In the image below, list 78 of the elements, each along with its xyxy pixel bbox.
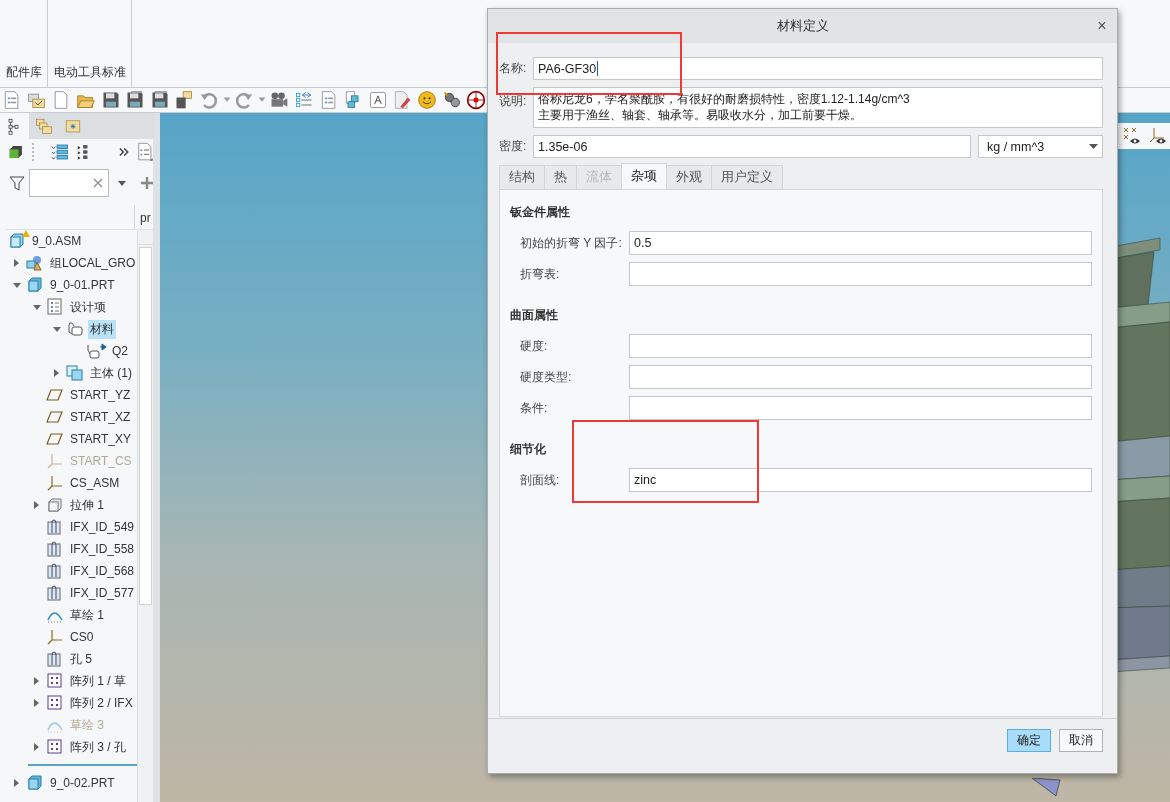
scrollbar[interactable] bbox=[137, 230, 153, 802]
tree-item-label[interactable]: 孔 5 bbox=[68, 649, 94, 669]
tree-item-label[interactable]: IFX_ID_549 bbox=[68, 519, 137, 535]
tree-item-label[interactable]: 设计项 bbox=[68, 297, 108, 317]
tree-item-label[interactable]: START_XZ bbox=[68, 409, 133, 425]
tab[interactable]: 热 bbox=[544, 165, 577, 189]
tree-item-label[interactable]: 阵列 2 / IFX bbox=[68, 693, 135, 713]
column-header[interactable]: pr bbox=[135, 205, 151, 229]
filter-icon[interactable] bbox=[9, 175, 25, 191]
expanded-arrow-icon[interactable] bbox=[12, 280, 22, 290]
field-label: 说明: bbox=[499, 93, 528, 110]
tree-columns-icon[interactable] bbox=[76, 143, 89, 161]
field-label: 剖面线: bbox=[520, 471, 561, 489]
tree-item-label[interactable]: Q2 bbox=[110, 343, 130, 359]
input-field[interactable]: zinc bbox=[629, 468, 1092, 492]
list-icon[interactable] bbox=[51, 143, 69, 161]
tab[interactable]: 外观 bbox=[666, 165, 712, 189]
tree-item-label[interactable]: IFX_ID_558 bbox=[68, 541, 137, 557]
search-field[interactable] bbox=[29, 169, 109, 197]
cube-icon[interactable] bbox=[8, 143, 24, 161]
tree-item-label[interactable]: 材料 bbox=[88, 319, 116, 339]
smiley-icon[interactable] bbox=[415, 90, 439, 110]
plus-icon[interactable] bbox=[141, 177, 153, 189]
tree-item-label[interactable]: 阵列 1 / 草 bbox=[68, 671, 128, 691]
tree-item-label[interactable]: 9_0-02.PRT bbox=[48, 775, 117, 791]
tree-item-label[interactable]: 9_0.ASM bbox=[30, 233, 84, 249]
caret-icon bbox=[1089, 143, 1098, 150]
tree-item-label[interactable]: 阵列 3 / 孔 bbox=[68, 737, 128, 757]
cancel-button[interactable]: 取消 bbox=[1059, 729, 1103, 752]
expanded-arrow-icon[interactable] bbox=[32, 302, 42, 312]
tree-item-label[interactable]: CS_ASM bbox=[68, 475, 122, 491]
input-field[interactable]: 0.5 bbox=[629, 231, 1092, 255]
section-title: 细节化 bbox=[510, 441, 547, 458]
field-label: 硬度类型: bbox=[520, 368, 573, 386]
section-title: 曲面属性 bbox=[510, 307, 559, 324]
input-field[interactable] bbox=[629, 365, 1092, 389]
tree-item-label[interactable]: IFX_ID_577 bbox=[68, 585, 137, 601]
expanded-arrow-icon[interactable] bbox=[52, 324, 62, 334]
ok-button[interactable]: 确定 bbox=[1007, 729, 1051, 752]
tree-item-label[interactable]: 草绘 1 bbox=[68, 605, 106, 625]
field-label: 名称: bbox=[499, 60, 528, 77]
field-label: 条件: bbox=[520, 399, 549, 417]
section-title: 钣金件属性 bbox=[510, 204, 571, 221]
panel-tab[interactable] bbox=[0, 113, 29, 139]
input-field[interactable] bbox=[629, 334, 1092, 358]
density-field[interactable]: 1.35e-06 bbox=[533, 135, 971, 158]
tree-item-label[interactable]: 拉伸 1 bbox=[68, 495, 106, 515]
tree-item-label[interactable]: 主体 (1) bbox=[88, 363, 134, 383]
list-document-icon[interactable] bbox=[137, 141, 153, 163]
tab[interactable]: 杂项 bbox=[621, 163, 667, 189]
close-button[interactable]: × bbox=[1087, 17, 1117, 35]
tree-item-label[interactable]: CS0 bbox=[68, 629, 96, 645]
double-chevron-icon[interactable] bbox=[118, 146, 130, 158]
field-label: 硬度: bbox=[520, 337, 549, 355]
close-icon[interactable] bbox=[93, 178, 103, 188]
tree-item-label[interactable]: IFX_ID_568 bbox=[68, 563, 137, 579]
field-label: 初始的折弯 Y 因子: bbox=[520, 234, 623, 252]
field-label: 折弯表: bbox=[520, 265, 561, 283]
ribbon-group-label: 配件库 bbox=[6, 64, 42, 81]
ribbon-group-label: 电动工具标准 bbox=[54, 64, 126, 81]
scrollbar-thumb[interactable] bbox=[139, 247, 152, 605]
tree-item-label[interactable]: 9_0-01.PRT bbox=[48, 277, 117, 293]
tree-item-label[interactable]: START_XY bbox=[68, 431, 133, 447]
tree-item-label[interactable]: START_YZ bbox=[68, 387, 133, 403]
field-label: 密度: bbox=[499, 138, 528, 155]
points-visibility-icon[interactable] bbox=[1122, 126, 1142, 146]
tab[interactable]: 用户定义 bbox=[711, 165, 783, 189]
caret-icon[interactable] bbox=[117, 179, 127, 187]
model-drawing bbox=[1032, 778, 1062, 798]
input-field[interactable] bbox=[629, 262, 1092, 286]
name-field[interactable]: PA6-GF30 bbox=[533, 57, 1103, 80]
input-field[interactable] bbox=[629, 396, 1092, 420]
tree-item-label[interactable]: 组LOCAL_GRO bbox=[48, 253, 138, 273]
window-title: 材料定义 bbox=[775, 17, 830, 35]
tab[interactable]: 结构 bbox=[499, 165, 545, 189]
folder-icon bbox=[34, 116, 53, 136]
unit-dropdown[interactable]: kg / mm^3 bbox=[978, 135, 1103, 158]
axes-visibility-icon[interactable] bbox=[1148, 126, 1168, 146]
